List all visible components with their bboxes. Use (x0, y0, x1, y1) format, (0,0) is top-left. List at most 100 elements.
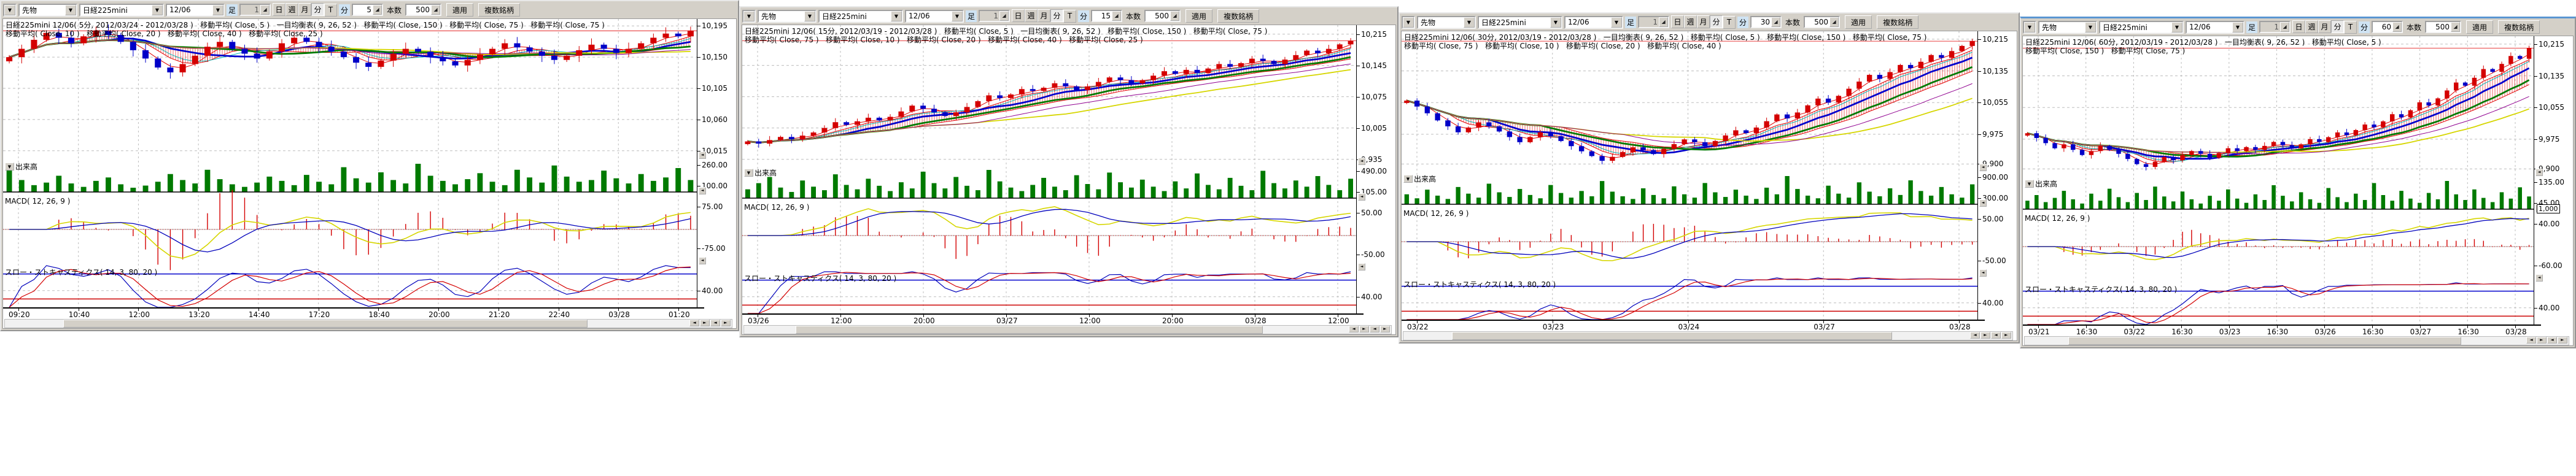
contract-month-dropdown[interactable]: 12/06 ▼ (166, 4, 225, 17)
category-dropdown[interactable]: 先物 ▼ (18, 4, 77, 17)
chart-scrollbar[interactable]: ◄►◄► (743, 325, 1392, 334)
pane-collapse-button[interactable]: ◄ (2535, 169, 2543, 176)
pane-collapse-button[interactable]: ◄ (1979, 199, 1987, 207)
chart-canvas[interactable] (2023, 36, 2534, 324)
scrollbar-button-1[interactable]: ► (700, 320, 710, 326)
chart-area[interactable]: 日経225mini 12/06( 60分, 2012/03/19 - 2012/… (2022, 36, 2574, 346)
chart-area[interactable]: 日経225mini 12/06( 30分, 2012/03/19 - 2012/… (1401, 31, 2017, 341)
bar-count-spinner[interactable]: 500 ◢ (1144, 10, 1181, 22)
scrollbar-button-0[interactable]: ◄ (1349, 326, 1359, 332)
apply-button[interactable]: 適用 (2466, 20, 2493, 34)
interval-button-minute[interactable]: 分 (1710, 15, 1723, 28)
pane-collapse-button[interactable]: ▼ (744, 169, 753, 177)
pane-collapse-button[interactable]: ◄ (699, 152, 706, 159)
spin-icon[interactable]: ◢ (431, 5, 440, 15)
spin-icon[interactable]: ◢ (1112, 11, 1121, 21)
pane-collapse-button[interactable]: ◄ (1358, 158, 1365, 165)
chart-canvas[interactable] (1402, 31, 1977, 320)
scrollbar-button-1[interactable]: ► (1980, 332, 1990, 339)
interval-button-tick-chart[interactable]: T (324, 4, 337, 17)
scrollbar-button-3[interactable]: ► (1380, 326, 1390, 332)
interval-button-minute[interactable]: 分 (1050, 9, 1063, 22)
spin-icon[interactable]: ◢ (2280, 22, 2289, 32)
chart-canvas[interactable] (3, 19, 697, 307)
interval-button-month[interactable]: 月 (298, 3, 311, 16)
pane-collapse-button[interactable]: ◄ (1358, 263, 1365, 271)
apply-button[interactable]: 適用 (446, 3, 473, 17)
symbol-dropdown[interactable]: 日経225mini ▼ (79, 4, 164, 17)
bar-count-spinner[interactable]: 500 ◢ (405, 4, 441, 16)
window-list-dropdown[interactable]: ▼ (2023, 21, 2036, 34)
interval-button-week[interactable]: 週 (1025, 9, 1038, 22)
chart-scrollbar[interactable]: ◄►◄► (2024, 336, 2569, 345)
interval-button-tick-chart[interactable]: T (1063, 10, 1076, 23)
contract-month-dropdown[interactable]: 12/06 ▼ (2186, 21, 2244, 34)
apply-button[interactable]: 適用 (1845, 15, 1872, 29)
apply-button[interactable]: 適用 (1185, 9, 1212, 23)
bar-count-spinner[interactable]: 500 ◢ (2425, 21, 2461, 33)
scrollbar-button-1[interactable]: ► (1359, 326, 1369, 332)
multi-symbol-button[interactable]: 複数銘柄 (2498, 20, 2540, 34)
pane-collapse-button[interactable]: ◄ (699, 257, 706, 264)
chart-area[interactable]: 日経225mini 12/06( 15分, 2012/03/19 - 2012/… (742, 25, 1396, 335)
tick-count-spinner[interactable]: 1 ◢ (2259, 21, 2291, 33)
scrollbar-button-3[interactable]: ► (2558, 337, 2567, 344)
interval-button-minute[interactable]: 分 (311, 3, 324, 16)
interval-button-week[interactable]: 週 (285, 3, 298, 16)
spin-icon[interactable]: ◢ (373, 5, 382, 15)
spin-icon[interactable]: ◢ (1771, 17, 1780, 27)
contract-month-dropdown[interactable]: 12/06 ▼ (905, 10, 964, 23)
minutes-spinner[interactable]: 15 ◢ (1091, 10, 1122, 22)
scrollbar-button-1[interactable]: ► (2537, 337, 2547, 344)
multi-symbol-button[interactable]: 複数銘柄 (1217, 9, 1259, 23)
scrollbar-button-0[interactable]: ◄ (2526, 337, 2536, 344)
scrollbar-button-0[interactable]: ◄ (689, 320, 699, 326)
scrollbar-button-2[interactable]: ◄ (1991, 332, 2001, 339)
window-list-dropdown[interactable]: ▼ (742, 10, 756, 23)
interval-button-day[interactable]: 日 (273, 3, 285, 16)
scrollbar-button-0[interactable]: ◄ (1970, 332, 1980, 339)
symbol-dropdown[interactable]: 日経225mini ▼ (1478, 16, 1562, 29)
chart-canvas[interactable] (742, 25, 1356, 313)
tick-count-spinner[interactable]: 1 ◢ (239, 4, 271, 16)
minutes-spinner[interactable]: 30 ◢ (1750, 16, 1782, 28)
interval-button-day[interactable]: 日 (1012, 9, 1025, 22)
interval-button-month[interactable]: 月 (1038, 9, 1050, 22)
pane-collapse-button[interactable]: ▼ (1403, 175, 1413, 183)
interval-button-tick-chart[interactable]: T (2344, 21, 2357, 34)
contract-month-dropdown[interactable]: 12/06 ▼ (1564, 16, 1623, 29)
spin-icon[interactable]: ◢ (2392, 22, 2402, 32)
window-list-dropdown[interactable]: ▼ (3, 4, 17, 17)
pane-collapse-button[interactable]: ◄ (1979, 164, 1987, 171)
chart-scrollbar[interactable]: ◄►◄► (1403, 331, 2013, 340)
spin-icon[interactable]: ◢ (260, 5, 270, 15)
spin-icon[interactable]: ◢ (1659, 17, 1668, 27)
spin-icon[interactable]: ◢ (1170, 11, 1179, 21)
pane-collapse-button[interactable]: ▼ (5, 163, 14, 171)
scrollbar-button-3[interactable]: ► (721, 320, 731, 326)
pane-collapse-button[interactable]: ▼ (2025, 180, 2034, 188)
tick-count-spinner[interactable]: 1 ◢ (979, 10, 1010, 22)
interval-button-month[interactable]: 月 (2318, 20, 2331, 33)
minutes-spinner[interactable]: 60 ◢ (2372, 21, 2403, 33)
multi-symbol-button[interactable]: 複数銘柄 (1877, 15, 1918, 29)
scrollbar-thumb[interactable] (796, 326, 1263, 334)
scrollbar-button-2[interactable]: ◄ (1370, 326, 1379, 332)
category-dropdown[interactable]: 先物 ▼ (2038, 21, 2097, 34)
chart-scrollbar[interactable]: ◄►◄► (4, 319, 732, 328)
scrollbar-thumb[interactable] (1452, 332, 1891, 340)
pane-collapse-button[interactable]: ◄ (2535, 274, 2543, 282)
scrollbar-thumb[interactable] (2068, 337, 2461, 345)
interval-button-week[interactable]: 週 (1684, 15, 1697, 28)
pane-collapse-button[interactable]: ◄ (1358, 193, 1365, 201)
pane-collapse-button[interactable]: ◄ (699, 187, 706, 194)
symbol-dropdown[interactable]: 日経225mini ▼ (818, 10, 903, 23)
tick-count-spinner[interactable]: 1 ◢ (1638, 16, 1669, 28)
interval-button-day[interactable]: 日 (1671, 15, 1684, 28)
interval-button-week[interactable]: 週 (2305, 20, 2318, 33)
minutes-spinner[interactable]: 5 ◢ (352, 4, 383, 16)
spin-icon[interactable]: ◢ (999, 11, 1009, 21)
interval-button-day[interactable]: 日 (2292, 20, 2305, 33)
bar-count-spinner[interactable]: 500 ◢ (1804, 16, 1840, 28)
scrollbar-button-2[interactable]: ◄ (2547, 337, 2557, 344)
